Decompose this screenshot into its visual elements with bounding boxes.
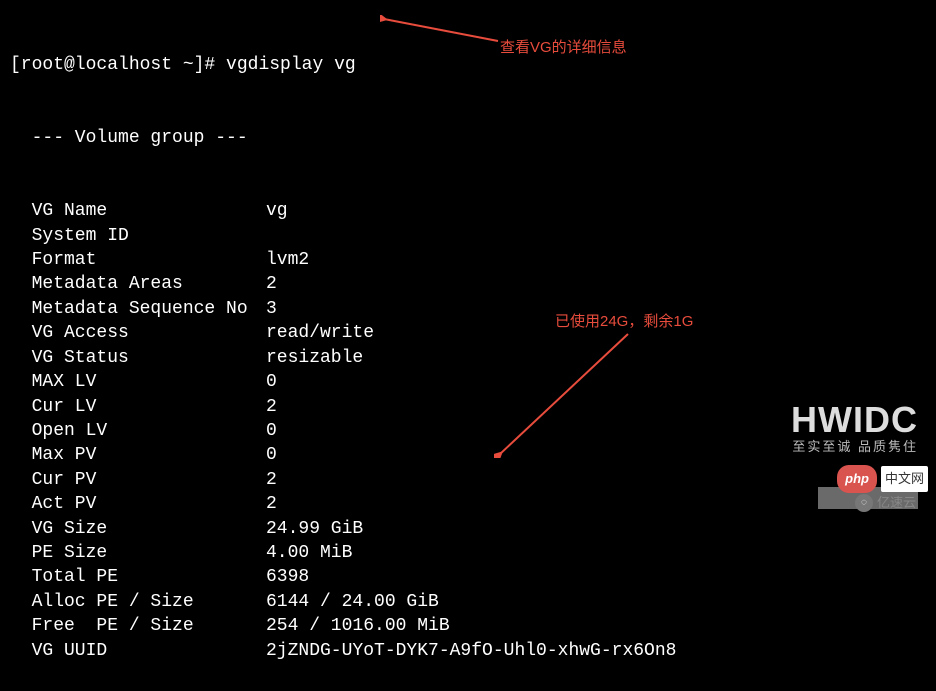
output-row: Metadata Areas2 [10,272,926,296]
row-value: 2 [266,274,277,294]
row-label: Alloc PE / Size [10,590,266,614]
row-value: 3 [266,299,277,319]
row-value: 2 [266,494,277,514]
row-value: 0 [266,421,277,441]
output-row: Act PV2 [10,492,926,516]
row-label: VG Size [10,517,266,541]
row-value: 2jZNDG-UYoT-DYK7-A9fO-Uhl0-xhwG-rx6On8 [266,641,676,661]
row-value: resizable [266,348,363,368]
row-label: VG Access [10,321,266,345]
row-value: 24.99 GiB [266,519,363,539]
row-value: 2 [266,470,277,490]
prompt-line: [root@localhost ~]# vgdisplay vg [10,53,926,77]
row-value: 0 [266,372,277,392]
row-label: Free PE / Size [10,614,266,638]
output-row: VG Namevg [10,199,926,223]
output-row: Cur LV2 [10,395,926,419]
row-label: Act PV [10,492,266,516]
output-row: Metadata Sequence No3 [10,297,926,321]
row-label: Metadata Areas [10,272,266,296]
output-row: PE Size4.00 MiB [10,541,926,565]
annotation-top: 查看VG的详细信息 [500,36,627,60]
section-header: --- Volume group --- [10,126,926,150]
row-value: 6398 [266,567,309,587]
row-label: MAX LV [10,370,266,394]
row-value: read/write [266,323,374,343]
row-value: 0 [266,445,277,465]
output-row: MAX LV0 [10,370,926,394]
output-row: Formatlvm2 [10,248,926,272]
row-value: vg [266,201,288,221]
row-label: Max PV [10,443,266,467]
row-value: 2 [266,397,277,417]
row-label: Cur LV [10,395,266,419]
prompt-command: vgdisplay vg [226,55,356,75]
row-value: lvm2 [266,250,309,270]
redaction-bar [818,487,918,509]
output-row: Alloc PE / Size6144 / 24.00 GiB [10,590,926,614]
row-label: Format [10,248,266,272]
row-label: VG Name [10,199,266,223]
output-row: Max PV0 [10,443,926,467]
row-label: Open LV [10,419,266,443]
row-label: PE Size [10,541,266,565]
annotation-bottom: 已使用24G，剩余1G [555,310,693,334]
row-label: VG UUID [10,639,266,663]
output-row: VG UUID2jZNDG-UYoT-DYK7-A9fO-Uhl0-xhwG-r… [10,639,926,663]
terminal-output: [root@localhost ~]# vgdisplay vg --- Vol… [0,0,936,691]
output-row: Free PE / Size254 / 1016.00 MiB [10,614,926,638]
row-label: System ID [10,224,266,248]
row-value: 254 / 1016.00 MiB [266,616,450,636]
output-row: VG Accessread/write [10,321,926,345]
row-label: Cur PV [10,468,266,492]
row-value: 6144 / 24.00 GiB [266,592,439,612]
row-value: 4.00 MiB [266,543,352,563]
output-row: Cur PV2 [10,468,926,492]
output-row: Total PE6398 [10,565,926,589]
prompt-userhost: [root@localhost ~]# [10,55,215,75]
row-label: VG Status [10,346,266,370]
output-row: VG Size24.99 GiB [10,517,926,541]
output-row: Open LV0 [10,419,926,443]
row-label: Metadata Sequence No [10,297,266,321]
row-label: Total PE [10,565,266,589]
output-row: System ID [10,224,926,248]
output-row: VG Statusresizable [10,346,926,370]
